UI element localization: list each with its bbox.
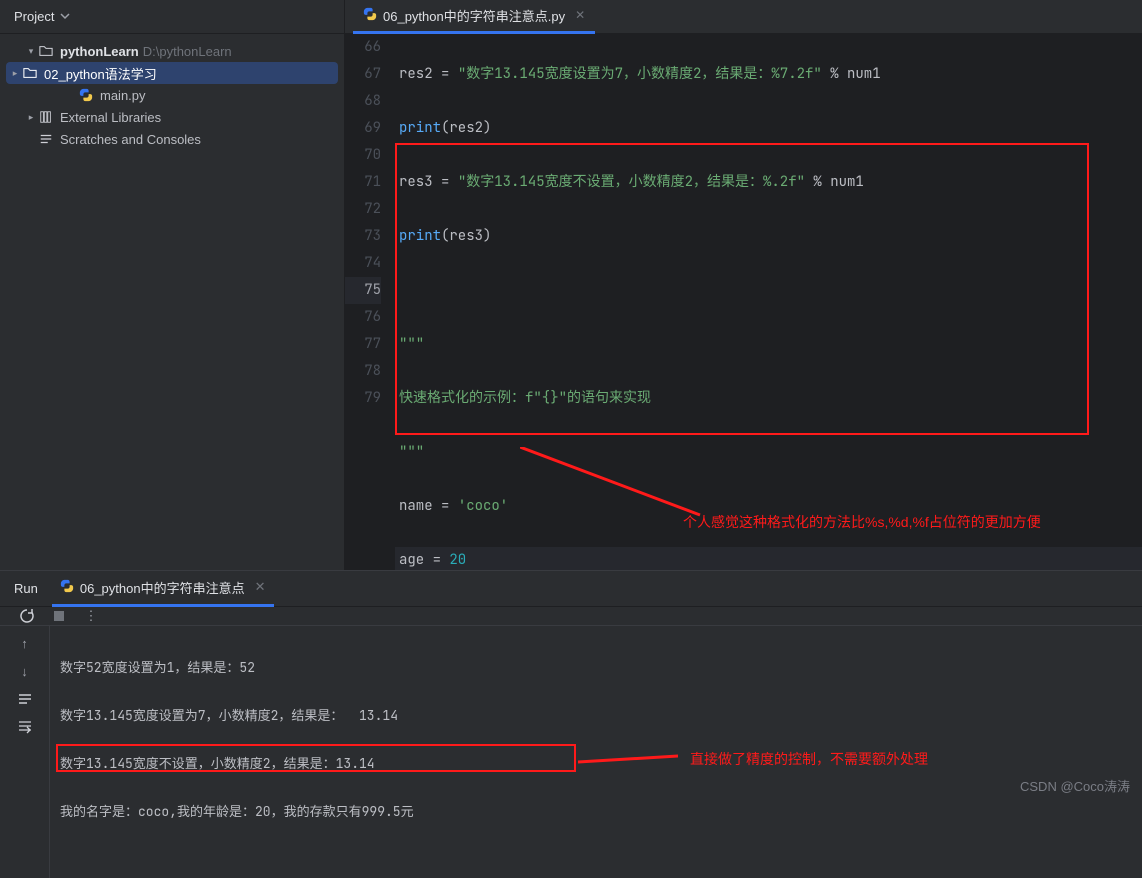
folder-icon: [38, 43, 54, 59]
run-panel: Run 06_python中的字符串注意点 ✕ ⋮ ↑ ↓ 数字52宽度设置为1…: [0, 570, 1142, 801]
tree-path: D:\pythonLearn: [143, 44, 232, 59]
stop-icon[interactable]: [50, 607, 68, 625]
tab-label: 06_python中的字符串注意点.py: [383, 6, 565, 25]
run-tab-label: 06_python中的字符串注意点: [80, 578, 245, 597]
chevron-down-icon: [54, 9, 70, 24]
tree-label: Scratches and Consoles: [60, 132, 201, 147]
softwrap-icon[interactable]: [16, 690, 34, 708]
chevron-right-icon[interactable]: ▸: [24, 112, 38, 123]
tree-root[interactable]: ▾ pythonLearn D:\pythonLearn: [0, 40, 344, 62]
line-gutter: 66 67 68 69 70 71 72 73 74 75 76 77 78 7…: [345, 34, 395, 570]
folder-icon: [22, 65, 38, 81]
tree-external-libs[interactable]: ▸ External Libraries: [0, 106, 344, 128]
editor-tabs: 06_python中的字符串注意点.py ✕: [345, 0, 1142, 34]
code-editor[interactable]: 66 67 68 69 70 71 72 73 74 75 76 77 78 7…: [345, 34, 1142, 570]
tree-file[interactable]: main.py: [0, 84, 344, 106]
python-file-icon: [78, 87, 94, 103]
more-icon[interactable]: ⋮: [82, 607, 100, 625]
editor-area: 06_python中的字符串注意点.py ✕ 66 67 68 69 70 71…: [345, 0, 1142, 570]
output-line: 数字13.145宽度不设置，小数精度2，结果是：13.14: [60, 752, 1132, 776]
tree-label: pythonLearn: [60, 44, 139, 59]
rerun-icon[interactable]: [18, 607, 36, 625]
annotation-text: 个人感觉这种格式化的方法比%s,%d,%f占位符的更加方便: [683, 512, 1041, 532]
close-icon[interactable]: ✕: [575, 8, 585, 22]
run-output[interactable]: 数字52宽度设置为1，结果是：52 数字13.145宽度设置为7，小数精度2，结…: [50, 626, 1142, 878]
tree-label: External Libraries: [60, 110, 161, 125]
run-header: Run 06_python中的字符串注意点 ✕: [0, 571, 1142, 607]
watermark: CSDN @Coco涛涛: [1020, 776, 1130, 795]
close-icon[interactable]: ✕: [255, 579, 266, 595]
annotation-text: 直接做了精度的控制，不需要额外处理: [690, 749, 928, 769]
tree-scratches[interactable]: Scratches and Consoles: [0, 128, 344, 150]
tree-label: main.py: [100, 88, 146, 103]
project-tree: ▾ pythonLearn D:\pythonLearn ▸ 02_python…: [0, 34, 344, 156]
python-file-icon: [60, 579, 74, 596]
output-line: 数字52宽度设置为1，结果是：52: [60, 656, 1132, 680]
sidebar-title: Project: [14, 9, 54, 24]
output-line: 我的名字是：coco,我的年龄是：20，我的存款只有999.5元: [60, 800, 1132, 824]
run-title: Run: [14, 581, 38, 596]
run-gutter: ↑ ↓: [0, 626, 50, 878]
up-icon[interactable]: ↑: [16, 634, 34, 652]
chevron-down-icon[interactable]: ▾: [24, 46, 38, 57]
sidebar-header[interactable]: Project: [0, 0, 344, 34]
project-sidebar: Project ▾ pythonLearn D:\pythonLearn ▸ 0…: [0, 0, 345, 570]
library-icon: [38, 109, 54, 125]
tree-label: 02_python语法学习: [44, 64, 157, 83]
scroll-icon[interactable]: [16, 718, 34, 736]
scratches-icon: [38, 131, 54, 147]
run-toolbar: ⋮: [0, 607, 1142, 626]
tree-folder-selected[interactable]: ▸ 02_python语法学习: [6, 62, 338, 84]
code-content[interactable]: res2 = "数字13.145宽度设置为7，小数精度2，结果是：%7.2f" …: [395, 34, 1142, 570]
python-file-icon: [363, 7, 377, 24]
editor-tab-active[interactable]: 06_python中的字符串注意点.py ✕: [353, 0, 595, 34]
chevron-right-icon[interactable]: ▸: [8, 68, 22, 79]
run-tab[interactable]: 06_python中的字符串注意点 ✕: [52, 571, 274, 607]
down-icon[interactable]: ↓: [16, 662, 34, 680]
output-line: 数字13.145宽度设置为7，小数精度2，结果是： 13.14: [60, 704, 1132, 728]
